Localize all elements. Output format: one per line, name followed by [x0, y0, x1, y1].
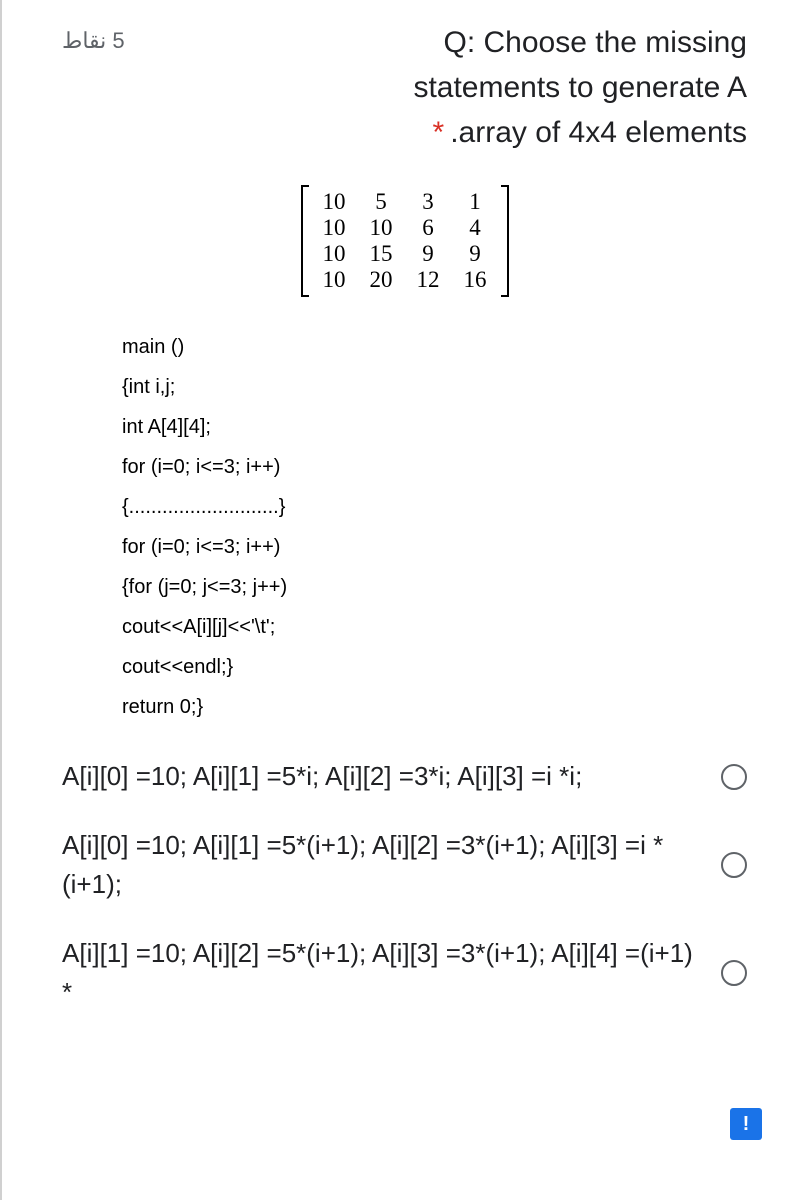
option-text: A[i][0] =10; A[i][1] =5*(i+1); A[i][2] =…: [62, 826, 701, 904]
code-line: cout<<endl;}: [122, 647, 747, 687]
code-line: {...........................}: [122, 487, 747, 527]
option-text: A[i][1] =10; A[i][2] =5*(i+1); A[i][3] =…: [62, 934, 701, 1012]
code-line: return 0;}: [122, 687, 747, 727]
matrix-cell: 9: [405, 241, 452, 267]
matrix-row: 10 20 12 16: [311, 267, 499, 293]
matrix-cell: 1: [452, 189, 499, 215]
matrix-cell: 4: [452, 215, 499, 241]
question-title: Q: Choose the missing statements to gene…: [165, 20, 747, 155]
matrix-cell: 10: [311, 241, 358, 267]
matrix-row: 10 15 9 9: [311, 241, 499, 267]
matrix-cell: 6: [405, 215, 452, 241]
points-label: 5 نقاط: [62, 20, 125, 54]
option-3[interactable]: A[i][1] =10; A[i][2] =5*(i+1); A[i][3] =…: [62, 934, 747, 1012]
matrix-cell: 5: [358, 189, 405, 215]
matrix-cell: 16: [452, 267, 499, 293]
code-line: main (): [122, 327, 747, 367]
feedback-badge[interactable]: !: [730, 1108, 762, 1140]
option-2[interactable]: A[i][0] =10; A[i][1] =5*(i+1); A[i][2] =…: [62, 826, 747, 904]
matrix-table: 10 5 3 1 10 10 6 4 10 15 9 9 10 20 12: [311, 189, 499, 293]
code-line: for (i=0; i<=3; i++): [122, 447, 747, 487]
matrix-cell: 15: [358, 241, 405, 267]
matrix-row: 10 10 6 4: [311, 215, 499, 241]
matrix: 10 5 3 1 10 10 6 4 10 15 9 9 10 20 12: [301, 185, 509, 297]
matrix-bracket-left: [301, 185, 309, 297]
options-group: A[i][0] =10; A[i][1] =5*i; A[i][2] =3*i;…: [62, 757, 747, 1012]
question-header: 5 نقاط Q: Choose the missing statements …: [62, 20, 747, 155]
code-block: main () {int i,j; int A[4][4]; for (i=0;…: [122, 327, 747, 727]
title-line2: statements to generate A: [413, 71, 747, 104]
matrix-cell: 12: [405, 267, 452, 293]
radio-button[interactable]: [721, 852, 747, 878]
option-1[interactable]: A[i][0] =10; A[i][1] =5*i; A[i][2] =3*i;…: [62, 757, 747, 796]
radio-button[interactable]: [721, 764, 747, 790]
radio-button[interactable]: [721, 960, 747, 986]
option-text: A[i][0] =10; A[i][1] =5*i; A[i][2] =3*i;…: [62, 757, 701, 796]
title-line3: .array of 4x4 elements: [450, 116, 747, 149]
matrix-cell: 10: [311, 189, 358, 215]
code-line: cout<<A[i][j]<<'\t';: [122, 607, 747, 647]
matrix-bracket-right: [501, 185, 509, 297]
matrix-row: 10 5 3 1: [311, 189, 499, 215]
code-line: {int i,j;: [122, 367, 747, 407]
matrix-cell: 10: [311, 215, 358, 241]
code-line: int A[4][4];: [122, 407, 747, 447]
matrix-cell: 10: [311, 267, 358, 293]
title-line1: Q: Choose the missing: [444, 26, 747, 59]
exclamation-icon: !: [743, 1113, 750, 1136]
matrix-cell: 9: [452, 241, 499, 267]
matrix-container: 10 5 3 1 10 10 6 4 10 15 9 9 10 20 12: [62, 185, 747, 297]
code-line: for (i=0; i<=3; i++): [122, 527, 747, 567]
matrix-cell: 3: [405, 189, 452, 215]
code-line: {for (j=0; j<=3; j++): [122, 567, 747, 607]
matrix-cell: 20: [358, 267, 405, 293]
required-star: *: [433, 116, 445, 149]
matrix-cell: 10: [358, 215, 405, 241]
